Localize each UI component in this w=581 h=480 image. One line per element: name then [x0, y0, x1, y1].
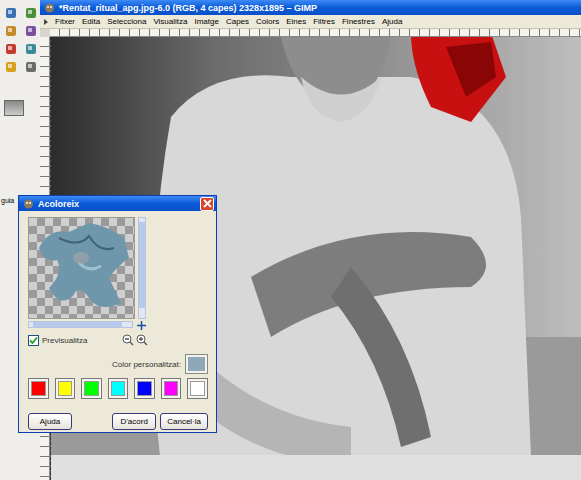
menu-item[interactable]: Selecciona	[107, 17, 146, 26]
preview-checkbox[interactable]: Previsualitza	[28, 335, 87, 346]
custom-color-label: Color personalitzat:	[112, 360, 181, 369]
preview-area	[28, 217, 208, 330]
colorized-layer	[29, 218, 134, 318]
color-swatch[interactable]	[28, 378, 49, 399]
gimp-icon	[44, 2, 55, 13]
color-swatch[interactable]	[187, 378, 208, 399]
dialog-body: Previsualitza Color personalitzat: Ajuda…	[19, 211, 216, 436]
dialog-button[interactable]: Cancel·la	[160, 413, 208, 430]
horizontal-ruler[interactable]	[50, 29, 581, 37]
menu-item[interactable]: Ajuda	[382, 17, 402, 26]
image-thumbnail-icon[interactable]	[4, 100, 24, 116]
menu-item[interactable]: Colors	[256, 17, 279, 26]
zoom-in-icon[interactable]	[136, 334, 148, 346]
check-icon	[29, 336, 38, 345]
horizontal-scrollbar[interactable]	[28, 321, 133, 328]
preview-image[interactable]	[28, 217, 135, 319]
menu-item[interactable]: Capes	[226, 17, 249, 26]
preview-label: Previsualitza	[42, 336, 87, 345]
colorize-dialog: Acoloreix Previsualitza Color personalit…	[18, 195, 217, 433]
menu-item[interactable]: Finestres	[342, 17, 375, 26]
tool-icon[interactable]	[4, 6, 18, 20]
dialog-title: Acoloreix	[38, 199, 196, 209]
button-row: Ajuda D'acordCancel·la	[28, 413, 208, 430]
color-swatch[interactable]	[161, 378, 182, 399]
dialog-button[interactable]: D'acord	[112, 413, 156, 430]
menu-item[interactable]: Fitxer	[55, 17, 75, 26]
tool-icon[interactable]	[4, 42, 18, 56]
color-swatch[interactable]	[81, 378, 102, 399]
tool-grid	[4, 6, 40, 74]
menu-item[interactable]: Visualitza	[153, 17, 187, 26]
vertical-scrollbar[interactable]	[138, 217, 146, 319]
tool-icon[interactable]	[4, 24, 18, 38]
menu-arrow-icon[interactable]	[44, 19, 48, 25]
menu-item[interactable]: Eines	[286, 17, 306, 26]
color-swatch[interactable]	[55, 378, 76, 399]
move-icon[interactable]	[137, 321, 146, 330]
menu-item[interactable]: Filtres	[313, 17, 335, 26]
dialog-button[interactable]: Ajuda	[28, 413, 72, 430]
close-button[interactable]	[200, 197, 214, 211]
checkbox[interactable]	[28, 335, 39, 346]
menu-item[interactable]: Edita	[82, 17, 100, 26]
menu-item[interactable]: Imatge	[194, 17, 218, 26]
tool-icon[interactable]	[24, 6, 38, 20]
custom-color-button[interactable]	[185, 354, 208, 374]
desktop: guia *Rentat_ritual_apg.jpg-6.0 (RGB, 4 …	[0, 0, 581, 480]
dialog-title-bar: Acoloreix	[19, 196, 216, 211]
custom-color-row: Color personalitzat:	[28, 354, 208, 374]
tool-icon[interactable]	[4, 60, 18, 74]
close-icon	[203, 199, 212, 208]
tool-icon[interactable]	[24, 60, 38, 74]
title-bar: *Rentat_ritual_apg.jpg-6.0 (RGB, 4 capes…	[40, 0, 581, 15]
window-title: *Rentat_ritual_apg.jpg-6.0 (RGB, 4 capes…	[59, 3, 317, 13]
color-swatches	[28, 378, 208, 399]
toolbox-label: guia	[1, 197, 14, 204]
zoom-out-icon[interactable]	[122, 334, 134, 346]
tool-icon[interactable]	[24, 42, 38, 56]
color-swatch[interactable]	[108, 378, 129, 399]
color-swatch[interactable]	[134, 378, 155, 399]
menu-bar: Fitxer Edita Selecciona Visualitza Imatge Cap…	[40, 15, 581, 29]
gimp-icon	[23, 198, 34, 209]
ruler-corner	[40, 29, 50, 37]
tool-icon[interactable]	[24, 24, 38, 38]
